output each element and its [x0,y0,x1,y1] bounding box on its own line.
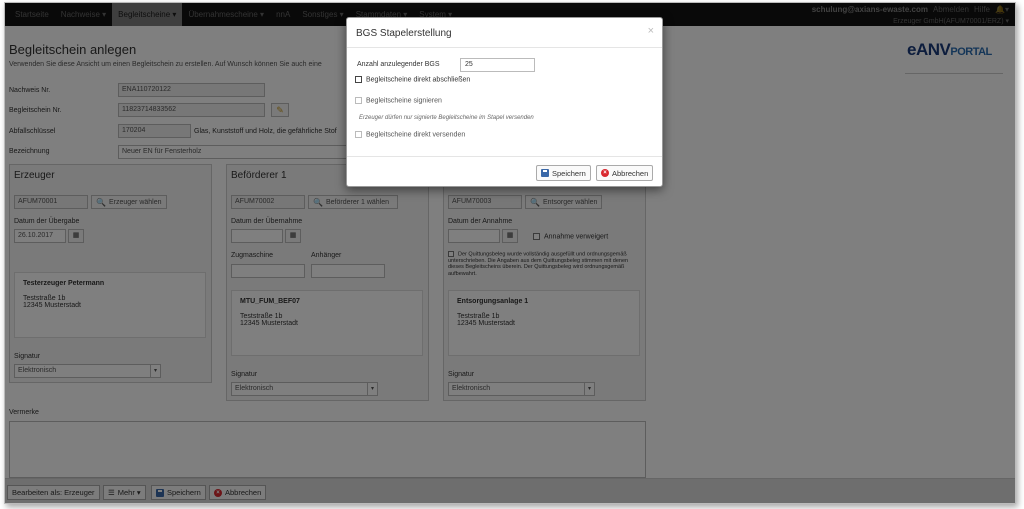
modal-footer: Speichern × Abbrechen [347,156,662,188]
count-input[interactable]: 25 [460,58,535,72]
send-checkbox[interactable]: Begleitscheine direkt versenden [355,131,465,138]
checkbox-icon [355,131,362,138]
app-window: Startseite Nachweise ▾ Begleitscheine ▾ … [4,2,1016,504]
finish-checkbox[interactable]: Begleitscheine direkt abschließen [355,76,470,83]
cancel-icon: × [601,169,609,177]
batch-creation-modal: BGS Stapelerstellung × Anzahl anzulegend… [346,17,663,187]
checkbox-icon [355,76,362,83]
count-label: Anzahl anzulegender BGS [357,61,440,68]
modal-header: BGS Stapelerstellung × [347,18,662,48]
modal-title: BGS Stapelerstellung [356,28,452,39]
sign-hint: Erzeuger dürfen nur signierte Begleitsch… [359,115,534,121]
modal-save-button[interactable]: Speichern [536,165,591,181]
checkbox-icon [355,97,362,104]
modal-cancel-button[interactable]: × Abbrechen [596,165,654,181]
save-icon [541,169,549,177]
sign-checkbox[interactable]: Begleitscheine signieren [355,97,442,104]
close-icon[interactable]: × [648,25,654,37]
